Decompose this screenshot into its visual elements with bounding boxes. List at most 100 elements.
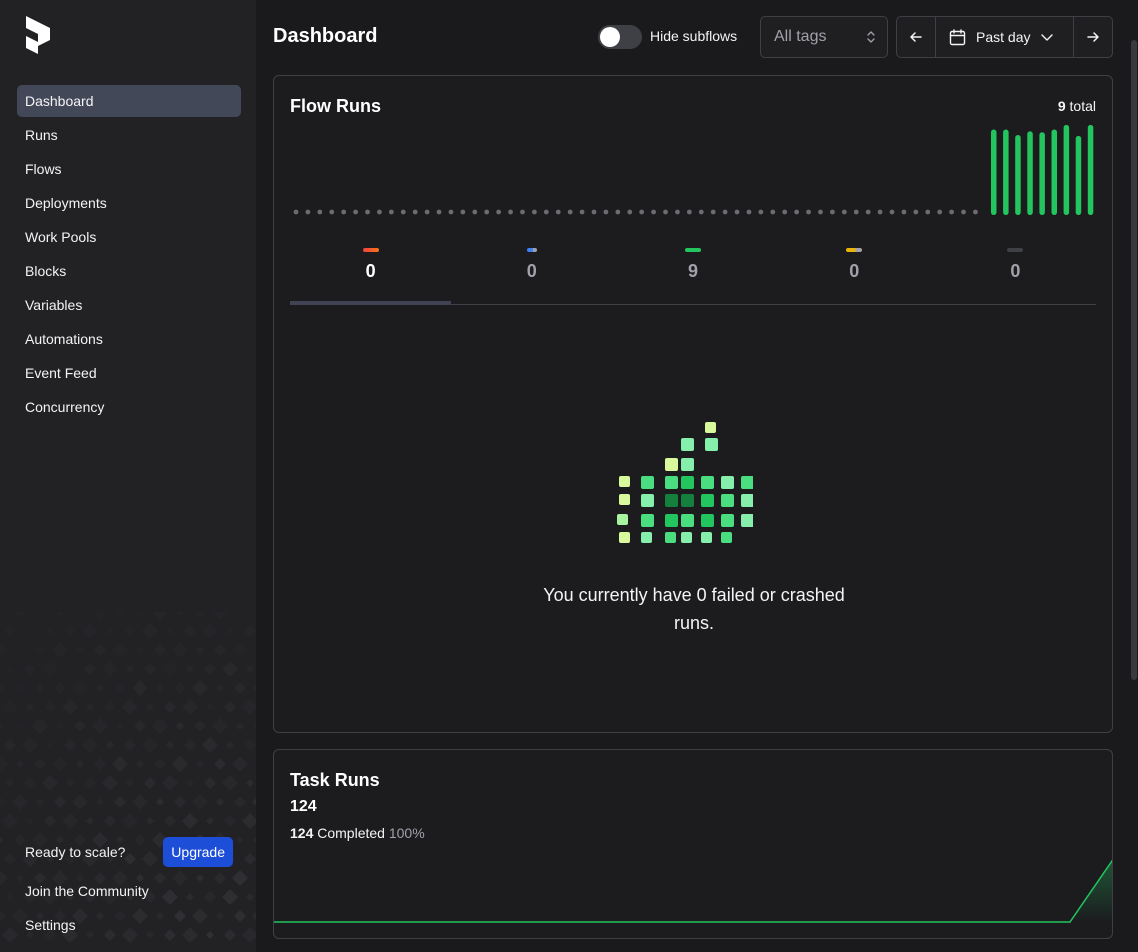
pattern-diamond xyxy=(86,817,94,825)
pattern-diamond xyxy=(74,720,86,732)
pattern-diamond xyxy=(46,627,54,635)
pattern-diamond xyxy=(146,703,154,711)
sidebar-item-event-feed[interactable]: Event Feed xyxy=(17,357,241,389)
pattern-diamond xyxy=(236,612,244,616)
date-range-label: Past day xyxy=(976,29,1031,45)
completed-swatch xyxy=(685,248,701,252)
date-range-button[interactable]: Past day xyxy=(936,17,1074,57)
date-next-button[interactable] xyxy=(1074,17,1112,57)
empty-slot-dot xyxy=(555,209,561,215)
illustration-block xyxy=(681,476,694,489)
pattern-diamond xyxy=(104,815,116,827)
pattern-diamond xyxy=(74,612,86,618)
illustration-block xyxy=(681,494,694,507)
illustration-block xyxy=(641,494,654,507)
empty-slot-dot xyxy=(305,209,311,215)
sidebar-item-runs[interactable]: Runs xyxy=(17,119,241,151)
chevron-up-down-icon xyxy=(867,31,875,43)
pattern-diamond xyxy=(194,612,206,618)
empty-slot-dot xyxy=(388,209,394,215)
pattern-diamond xyxy=(156,798,164,806)
sidebar-item-blocks[interactable]: Blocks xyxy=(17,255,241,287)
scheduled-swatch xyxy=(846,248,863,252)
pattern-diamond xyxy=(246,665,254,673)
sidebar-background-pattern xyxy=(0,612,256,943)
pattern-diamond xyxy=(76,646,84,654)
sidebar-item-concurrency[interactable]: Concurrency xyxy=(17,391,241,423)
pattern-diamond xyxy=(64,739,76,751)
pattern-diamond xyxy=(232,756,248,772)
scrollbar-thumb[interactable] xyxy=(1131,40,1137,680)
pattern-diamond xyxy=(104,701,116,713)
pattern-diamond xyxy=(224,701,236,713)
hide-subflows-label[interactable]: Hide subflows xyxy=(650,28,737,44)
pattern-diamond xyxy=(56,612,64,616)
illustration-block xyxy=(641,532,652,543)
pattern-diamond xyxy=(222,661,238,677)
pattern-diamond xyxy=(226,627,234,635)
pattern-diamond xyxy=(92,718,108,734)
pattern-diamond xyxy=(36,798,44,806)
running-swatch xyxy=(526,248,537,252)
pattern-diamond xyxy=(166,627,174,635)
illustration-block xyxy=(721,532,732,543)
empty-slot-dot xyxy=(543,209,549,215)
pattern-diamond xyxy=(254,612,256,614)
page-scrollbar[interactable] xyxy=(1130,0,1138,952)
illustration-block xyxy=(665,476,678,489)
completed-run-bar xyxy=(1087,124,1094,215)
sidebar-item-work-pools[interactable]: Work Pools xyxy=(17,221,241,253)
pattern-diamond xyxy=(12,794,28,810)
empty-slot-dot xyxy=(937,209,943,215)
settings-link[interactable]: Settings xyxy=(25,915,240,935)
pattern-diamond xyxy=(142,737,158,753)
tab-failed[interactable]: 0 xyxy=(290,236,452,305)
cancelled-swatch xyxy=(1007,248,1024,252)
tags-select[interactable]: All tags xyxy=(760,16,888,58)
sidebar-item-deployments[interactable]: Deployments xyxy=(17,187,241,219)
empty-slot-dot xyxy=(353,209,358,215)
tab-completed[interactable]: 9 xyxy=(612,236,773,304)
pattern-diamond xyxy=(246,779,254,787)
join-community-link[interactable]: Join the Community xyxy=(25,881,240,901)
empty-slot-dot xyxy=(675,209,680,215)
illustration-block xyxy=(681,532,692,543)
pattern-diamond xyxy=(16,760,24,768)
pattern-diamond xyxy=(24,777,36,789)
pattern-diamond xyxy=(14,612,26,618)
sidebar: Dashboard Runs Flows Deployments Work Po… xyxy=(0,0,256,952)
tags-select-value: All tags xyxy=(774,28,827,45)
toggle-knob xyxy=(600,27,620,47)
pattern-diamond xyxy=(122,699,138,715)
pattern-diamond xyxy=(152,718,168,734)
pattern-diamond xyxy=(12,680,28,696)
scale-text: Ready to scale? xyxy=(25,844,126,860)
sidebar-item-variables[interactable]: Variables xyxy=(17,289,241,321)
pattern-diamond xyxy=(54,796,66,808)
prefect-logo-icon[interactable] xyxy=(24,16,52,56)
pattern-diamond xyxy=(192,794,208,810)
sidebar-item-flows[interactable]: Flows xyxy=(17,153,241,185)
pattern-diamond xyxy=(222,775,238,791)
sidebar-item-dashboard[interactable]: Dashboard xyxy=(17,85,241,117)
tab-running[interactable]: 0 xyxy=(451,236,612,304)
pattern-diamond xyxy=(204,663,216,675)
illustration-block xyxy=(741,476,753,489)
empty-slot-dot xyxy=(603,209,609,215)
date-previous-button[interactable] xyxy=(897,17,936,57)
upgrade-button[interactable]: Upgrade xyxy=(163,837,233,867)
empty-slot-dot xyxy=(710,209,716,215)
empty-slot-dot xyxy=(496,209,502,215)
pattern-diamond xyxy=(96,684,104,692)
sidebar-item-automations[interactable]: Automations xyxy=(17,323,241,355)
task-runs-line-chart xyxy=(274,859,1112,923)
tab-cancelled[interactable]: 0 xyxy=(935,236,1096,304)
pattern-diamond xyxy=(186,665,194,673)
task-runs-line xyxy=(274,859,1112,923)
hide-subflows-toggle[interactable] xyxy=(598,25,642,49)
pattern-diamond xyxy=(124,739,136,751)
pattern-diamond xyxy=(34,644,46,656)
flow-runs-bar-chart xyxy=(293,124,1094,215)
tab-scheduled[interactable]: 0 xyxy=(774,236,935,304)
pattern-diamond xyxy=(244,739,256,751)
